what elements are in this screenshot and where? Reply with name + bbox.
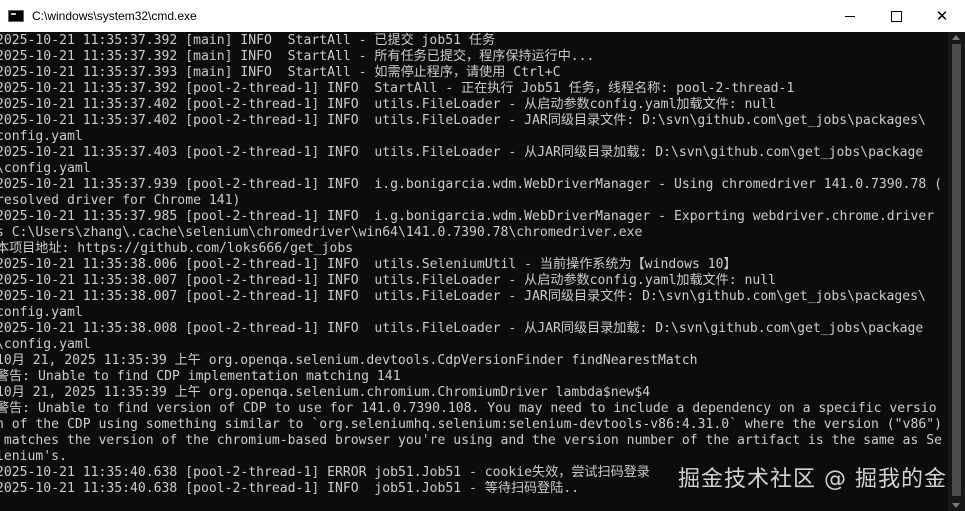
console-line: 10月 21, 2025 11:35:39 上午 org.openqa.sele… [0,385,651,400]
vertical-scrollbar[interactable] [948,32,965,511]
cmd-icon [8,10,24,22]
console-line: \config.yaml [0,161,91,176]
scroll-up-arrow-icon[interactable] [952,35,960,40]
console-line: 10月 21, 2025 11:35:39 上午 org.openqa.sele… [0,353,698,368]
window-title: C:\windows\system32\cmd.exe [32,9,197,23]
console-line: 警告: Unable to find CDP implementation ma… [0,369,401,384]
console-line: \config.yaml [0,337,91,352]
console-line: 2025-10-21 11:35:38.007 [pool-2-thread-1… [0,273,777,288]
console-line: 2025-10-21 11:35:38.007 [pool-2-thread-1… [0,289,926,304]
console-line: lenium's. [0,449,67,464]
console-line: config.yaml [0,305,83,320]
console-line: 2025-10-21 11:35:38.008 [pool-2-thread-1… [0,321,924,336]
watermark: 掘金技术社区 @ 掘我的金 [678,467,947,492]
scrollbar-thumb[interactable] [952,44,961,496]
scroll-down-arrow-icon[interactable] [952,503,960,508]
console-line: config.yaml [0,129,83,144]
console-line: 2025-10-21 11:35:37.392 [main] INFO Star… [0,33,496,48]
minimize-button[interactable] [827,0,873,32]
console-line: s C:\Users\zhang\.cache\selenium\chromed… [0,225,643,240]
console-line: 2025-10-21 11:35:37.402 [pool-2-thread-1… [0,113,926,128]
console-line: 2025-10-21 11:35:37.392 [main] INFO Star… [0,49,595,64]
console-line: n of the CDP using something similar to … [0,417,942,432]
console-line: 2025-10-21 11:35:37.985 [pool-2-thread-1… [0,209,935,224]
console-line: 警告: Unable to find version of CDP to use… [0,401,937,416]
console-line: 2025-10-21 11:35:37.393 [main] INFO Star… [0,65,561,80]
console-line: 2025-10-21 11:35:38.006 [pool-2-thread-1… [0,257,737,272]
console-line: 2025-10-21 11:35:37.392 [pool-2-thread-1… [0,81,795,96]
console-line: 本项目地址: https://github.com/loks666/get_jo… [0,241,354,256]
console-output[interactable]: 2025-10-21 11:35:37.392 [main] INFO Star… [0,32,948,511]
console-line: 2025-10-21 11:35:37.402 [pool-2-thread-1… [0,97,777,112]
title-bar[interactable]: C:\windows\system32\cmd.exe ✕ [0,0,965,32]
console-line: resolved driver for Chrome 141) [0,193,241,208]
close-button[interactable]: ✕ [919,0,965,32]
console-line: matches the version of the chromium-base… [0,433,942,448]
console-line: 2025-10-21 11:35:37.403 [pool-2-thread-1… [0,145,924,160]
maximize-button[interactable] [873,0,919,32]
close-icon: ✕ [935,6,949,25]
cmd-window: C:\windows\system32\cmd.exe ✕ 2025-10-21… [0,0,965,511]
console-line: 2025-10-21 11:35:40.638 [pool-2-thread-1… [0,481,580,496]
console-line: 2025-10-21 11:35:37.939 [pool-2-thread-1… [0,177,942,192]
console-line: 2025-10-21 11:35:40.638 [pool-2-thread-1… [0,465,650,480]
